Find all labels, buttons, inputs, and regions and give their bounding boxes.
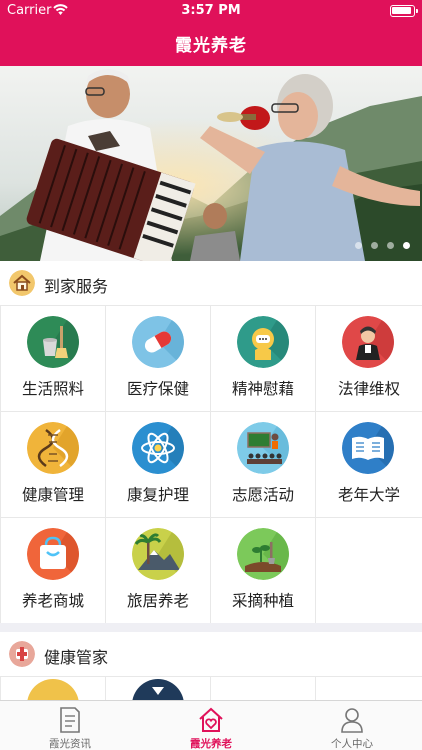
status-bar: Carrier 3:57 PM	[0, 0, 422, 22]
tab-label: 霞光资讯	[49, 738, 91, 750]
service-label: 养老商城	[21, 592, 84, 610]
tab-label: 个人中心	[331, 738, 373, 750]
service-label: 精神慰藉	[231, 380, 294, 398]
service-item-spiritual[interactable]: 精神慰藉	[211, 306, 315, 411]
health-item[interactable]	[106, 677, 210, 700]
service-item-legal[interactable]: 法律维权	[316, 306, 422, 411]
open-book-icon	[342, 422, 394, 474]
shopping-bag-icon	[27, 528, 79, 580]
service-item-volunteer[interactable]: 志愿活动	[211, 412, 315, 517]
tab-bar: 霞光资讯 霞光养老 个人中心	[0, 700, 422, 750]
home-heart-icon	[199, 707, 223, 732]
service-label: 医疗保健	[126, 380, 189, 398]
service-label: 采摘种植	[231, 592, 294, 610]
carousel-dot[interactable]	[371, 242, 378, 249]
pill-capsule-icon	[132, 316, 184, 368]
tab-profile[interactable]: 个人中心	[282, 701, 422, 750]
person-icon	[341, 708, 363, 733]
service-item-medical[interactable]: 医疗保健	[106, 306, 210, 411]
planting-icon	[237, 528, 289, 580]
judge-icon	[342, 316, 394, 368]
health-item[interactable]	[1, 677, 105, 700]
banner-image	[0, 66, 422, 261]
tab-news[interactable]: 霞光资讯	[0, 701, 140, 750]
chat-person-icon	[237, 316, 289, 368]
health-item-icon	[27, 679, 79, 700]
atom-icon	[132, 422, 184, 474]
banner-carousel[interactable]	[0, 66, 422, 261]
app-header: Carrier 3:57 PM 霞光养老	[0, 0, 422, 66]
service-item-mall[interactable]: 养老商城	[1, 518, 105, 623]
house-icon	[9, 270, 35, 296]
health-steward-icon	[9, 641, 35, 667]
tab-label: 霞光养老	[190, 738, 232, 750]
service-item-senior-university[interactable]: 老年大学	[316, 412, 422, 517]
carousel-page-indicator[interactable]	[355, 242, 410, 249]
carousel-dot[interactable]	[355, 242, 362, 249]
service-item-life-care[interactable]: 生活照料	[1, 306, 105, 411]
service-item-picking-planting[interactable]: 采摘种植	[211, 518, 315, 623]
section-title: 到家服务	[44, 277, 109, 296]
carousel-dot[interactable]	[387, 242, 394, 249]
page-title: 霞光养老	[175, 36, 247, 56]
service-label: 康复护理	[126, 486, 189, 504]
section-divider	[0, 623, 422, 632]
dna-icon	[27, 422, 79, 474]
service-label: 健康管理	[21, 486, 84, 504]
home-service-header: 到家服务	[0, 261, 422, 305]
palm-mountain-icon	[132, 528, 184, 580]
battery-icon	[390, 5, 418, 17]
service-label: 老年大学	[337, 486, 400, 504]
service-label: 志愿活动	[231, 486, 294, 504]
service-label: 法律维权	[337, 380, 400, 398]
service-item-travel-living[interactable]: 旅居养老	[106, 518, 210, 623]
service-label: 旅居养老	[126, 592, 189, 610]
service-item-empty	[316, 518, 422, 623]
health-grid-partial	[0, 676, 422, 700]
cleaning-tools-icon	[27, 316, 79, 368]
section-title: 健康管家	[44, 648, 109, 667]
health-item[interactable]	[316, 677, 422, 700]
health-steward-header: 健康管家	[0, 632, 422, 676]
hourglass-icon	[132, 679, 184, 700]
news-document-icon	[60, 707, 80, 733]
service-item-health-management[interactable]: 健康管理	[1, 412, 105, 517]
service-grid: 生活照料 医疗保健 精神慰藉 法律维权 健康管理 康复护理 志愿活动 老年大学 …	[0, 305, 422, 623]
classroom-icon	[237, 422, 289, 474]
service-label: 生活照料	[21, 380, 84, 398]
service-item-rehab-nursing[interactable]: 康复护理	[106, 412, 210, 517]
carousel-dot-active[interactable]	[403, 242, 410, 249]
status-time: 3:57 PM	[181, 3, 241, 18]
health-item[interactable]	[211, 677, 315, 700]
tab-elderly-care[interactable]: 霞光养老	[141, 701, 281, 750]
